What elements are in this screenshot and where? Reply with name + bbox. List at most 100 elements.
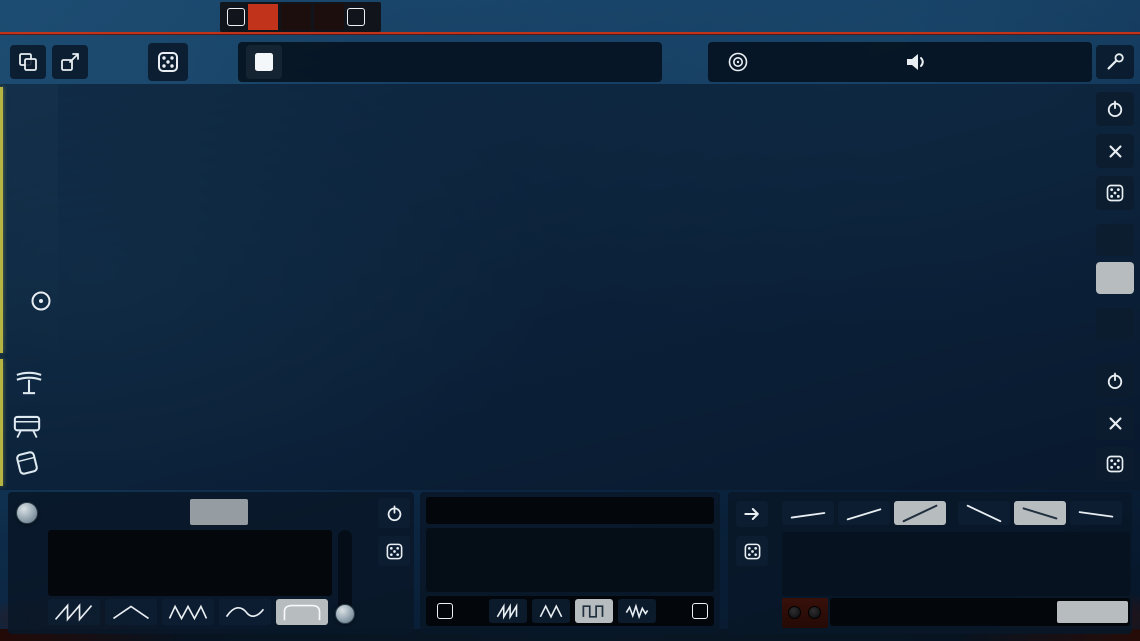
attack-shallow-button[interactable] xyxy=(782,501,834,525)
attack-medium-button[interactable] xyxy=(838,501,890,525)
snare-track-icon xyxy=(10,406,46,442)
volume-stepper xyxy=(938,42,1072,82)
melody-power-button[interactable] xyxy=(1096,92,1134,126)
randomise-all-button[interactable] xyxy=(148,43,188,81)
length-three-quarter-button[interactable] xyxy=(982,601,1053,623)
waveform-square-button[interactable] xyxy=(575,599,613,623)
swing-stepper xyxy=(760,42,886,82)
key-next-arrow[interactable] xyxy=(618,60,626,64)
right-arrow-icon xyxy=(742,504,762,524)
contour-shape-plateau-button[interactable] xyxy=(276,599,328,625)
waveform-saw-button[interactable] xyxy=(489,599,527,623)
pattern-page-1[interactable] xyxy=(50,499,108,525)
length-full-button[interactable] xyxy=(1057,601,1128,623)
dice-icon xyxy=(156,50,180,74)
device-a-badge[interactable] xyxy=(227,8,245,26)
length-quarter-button[interactable] xyxy=(832,601,903,623)
division-4-button[interactable] xyxy=(1096,308,1134,340)
power-icon xyxy=(385,504,404,523)
waveform-triangle-button[interactable] xyxy=(532,599,570,623)
melody-grid xyxy=(60,90,1092,350)
melody-randomise-button[interactable] xyxy=(1096,176,1134,210)
scene-knob xyxy=(788,606,801,619)
stop-button[interactable] xyxy=(246,45,282,79)
pattern-page-3[interactable] xyxy=(190,499,248,525)
envelope-display xyxy=(782,532,1130,596)
hihat-track-icon xyxy=(12,364,48,400)
tab-bar xyxy=(220,2,381,32)
contour-shape-zigzag-button[interactable] xyxy=(162,599,214,625)
volume-decrease-arrow[interactable] xyxy=(946,60,954,64)
rise-steep-icon xyxy=(896,503,944,523)
tempo-stepper xyxy=(312,42,442,82)
sample-previous-arrow[interactable] xyxy=(526,509,534,513)
rise-shallow-icon xyxy=(784,503,832,523)
division-8-button[interactable] xyxy=(1096,262,1134,294)
noise-wave-icon xyxy=(623,603,651,620)
pattern-power-button[interactable] xyxy=(378,498,410,528)
contour-shape-saw-button[interactable] xyxy=(48,599,100,625)
zigzag-contour-icon xyxy=(164,600,212,624)
attack-steep-button[interactable] xyxy=(894,501,946,525)
tempo-decrease-arrow[interactable] xyxy=(320,60,328,64)
sample-next-arrow[interactable] xyxy=(606,509,614,513)
key-previous-arrow[interactable] xyxy=(476,60,484,64)
swing-target-button[interactable] xyxy=(720,45,756,79)
dice-icon xyxy=(1105,454,1125,474)
dice-icon xyxy=(743,542,762,561)
waveform-selector-bar xyxy=(426,596,714,626)
saw-wave-icon xyxy=(494,603,522,620)
dice-icon xyxy=(385,542,404,561)
plateau-contour-icon xyxy=(278,600,326,624)
waveform-noise-button[interactable] xyxy=(618,599,656,623)
tab-advanced-waveform[interactable] xyxy=(314,4,344,30)
length-half-button[interactable] xyxy=(907,601,978,623)
envelope-direction-button[interactable] xyxy=(736,501,768,527)
swing-increase-arrow[interactable] xyxy=(870,60,878,64)
paste-pattern-button[interactable] xyxy=(52,45,88,79)
division-16-button[interactable] xyxy=(1096,224,1134,256)
volume-increase-arrow[interactable] xyxy=(1056,60,1064,64)
key-stepper xyxy=(468,42,634,82)
power-icon xyxy=(1105,371,1125,391)
conga-track-icon xyxy=(10,446,46,482)
fall-shallow-icon xyxy=(1072,503,1120,523)
drums-power-button[interactable] xyxy=(1096,364,1134,398)
pattern-page-4[interactable] xyxy=(260,499,318,525)
drum-playhead xyxy=(0,359,3,486)
pattern-page-2[interactable] xyxy=(120,499,178,525)
decay-medium-button[interactable] xyxy=(1014,501,1066,525)
copy-pattern-button[interactable] xyxy=(10,45,46,79)
listen-button[interactable] xyxy=(1096,45,1134,79)
decay-shallow-button[interactable] xyxy=(1070,501,1122,525)
fall-medium-icon xyxy=(1016,503,1064,523)
sample-slot-stepper xyxy=(426,497,714,524)
square-wave-icon xyxy=(580,603,608,620)
curve-contour-icon xyxy=(221,600,269,624)
rise-medium-icon xyxy=(840,503,888,523)
tempo-increase-arrow[interactable] xyxy=(426,60,434,64)
device-d-badge[interactable] xyxy=(347,8,365,26)
drums-randomise-button[interactable] xyxy=(1096,447,1134,481)
bytebeat-sequencer-screen xyxy=(0,0,1140,641)
pattern-knob[interactable] xyxy=(16,502,38,524)
decay-steep-button[interactable] xyxy=(958,501,1010,525)
triangle-wave-icon xyxy=(537,603,565,620)
pattern-randomise-button[interactable] xyxy=(378,536,410,566)
drum-grid xyxy=(68,362,1092,484)
listen-icon xyxy=(1104,51,1126,73)
tab-sequencer[interactable] xyxy=(248,4,278,30)
paste-icon xyxy=(59,51,81,73)
swing-decrease-arrow[interactable] xyxy=(768,60,776,64)
contour-shape-triangle-button[interactable] xyxy=(105,599,157,625)
dice-icon xyxy=(1105,183,1125,203)
tab-synchroniser[interactable] xyxy=(281,4,311,30)
volume-button[interactable] xyxy=(898,45,934,79)
fall-steep-icon xyxy=(960,503,1008,523)
drums-clear-button[interactable] xyxy=(1096,406,1134,440)
e-key-badge xyxy=(692,603,708,619)
envelope-randomise-button[interactable] xyxy=(736,536,768,566)
pattern-slider-knob[interactable] xyxy=(335,604,355,624)
contour-shape-curve-button[interactable] xyxy=(219,599,271,625)
melody-clear-button[interactable] xyxy=(1096,134,1134,168)
